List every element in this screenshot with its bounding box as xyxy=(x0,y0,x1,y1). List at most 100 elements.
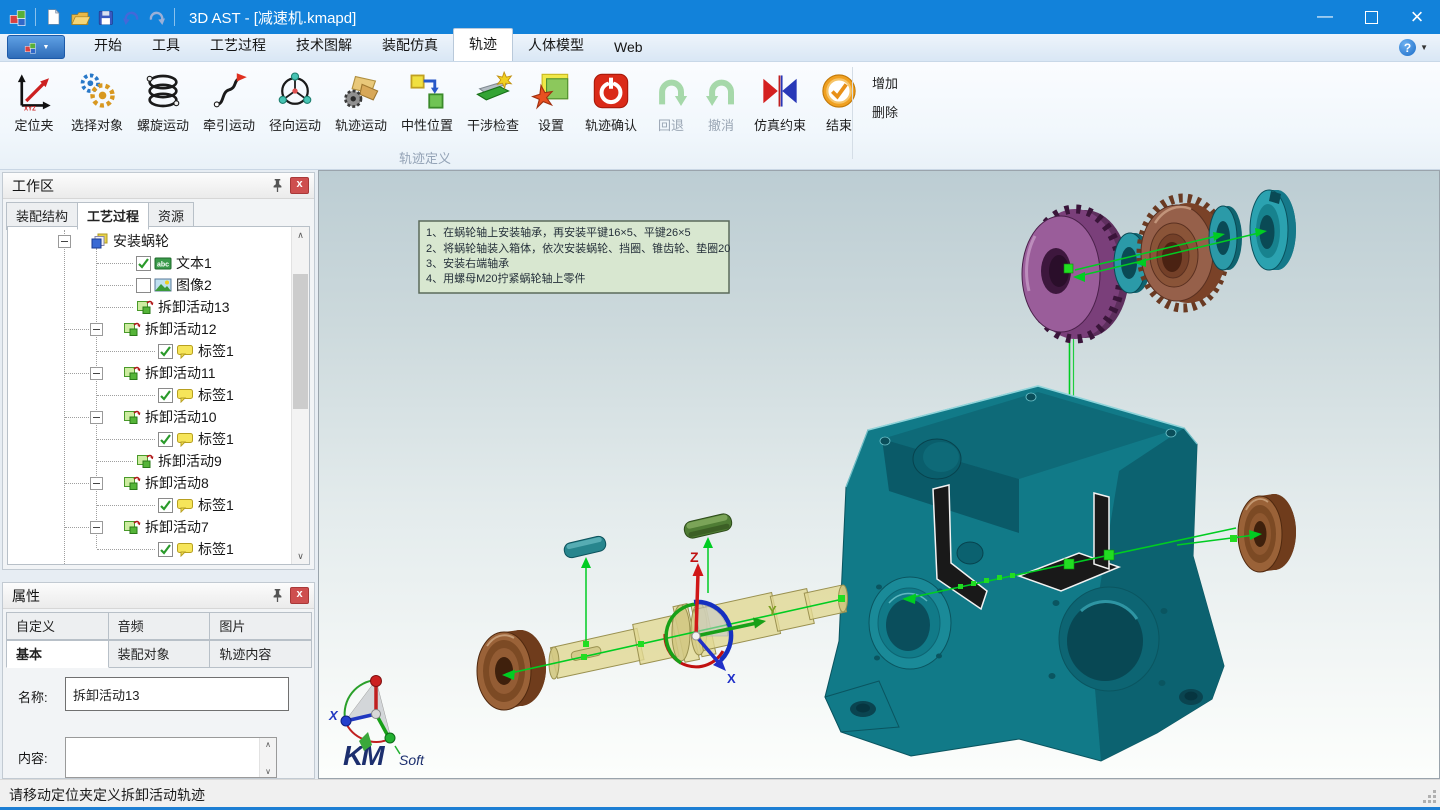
tree-item-text1[interactable]: 文本1 xyxy=(8,252,292,274)
textarea-scrollbar[interactable]: ∧ ∨ xyxy=(259,738,276,777)
select-object-button[interactable]: 选择对象 xyxy=(64,69,130,135)
tab-process-tree[interactable]: 工艺过程 xyxy=(77,202,149,230)
checkbox-checked-icon[interactable] xyxy=(158,432,173,447)
tree-item-install-worm[interactable]: 安装蜗轮 xyxy=(8,230,292,252)
tree-scrollbar[interactable]: ∧ ∨ xyxy=(291,227,309,564)
collapse-icon[interactable] xyxy=(90,323,103,336)
app-logo-icon[interactable] xyxy=(5,4,31,30)
new-file-button[interactable] xyxy=(40,4,66,30)
radial-motion-button[interactable]: 径向运动 xyxy=(262,69,328,135)
delete-button[interactable]: 删除 xyxy=(872,102,898,121)
workspace-panel: 工作区 x 装配结构 工艺过程 资源 安装蜗轮 文本1 图 xyxy=(2,172,315,570)
collapse-icon[interactable] xyxy=(58,235,71,248)
content-textarea[interactable]: ∧ ∨ xyxy=(65,737,277,778)
interference-check-button[interactable]: 干涉检查 xyxy=(460,69,526,135)
resize-grip[interactable] xyxy=(1423,790,1438,805)
locator-button[interactable]: 定位夹 xyxy=(4,69,64,135)
tree-item-label1[interactable]: 标签1 xyxy=(8,538,292,560)
tab-audio[interactable]: 音频 xyxy=(108,612,211,640)
checkbox-checked-icon[interactable] xyxy=(158,498,173,513)
tab-trajectory[interactable]: 轨迹 xyxy=(453,28,513,61)
tag-icon xyxy=(176,387,194,403)
tree-item-activity11[interactable]: 拆卸活动11 xyxy=(8,362,292,384)
collapse-icon[interactable] xyxy=(90,477,103,490)
radial-icon xyxy=(274,70,316,112)
tab-process[interactable]: 工艺过程 xyxy=(195,30,281,61)
scrollbar-thumb[interactable] xyxy=(293,274,308,409)
scroll-up-icon[interactable]: ∧ xyxy=(260,738,276,752)
tree-item-activity12[interactable]: 拆卸活动12 xyxy=(8,318,292,340)
maximize-button[interactable] xyxy=(1348,0,1394,34)
save-button[interactable] xyxy=(92,4,118,30)
sim-constraint-button[interactable]: 仿真约束 xyxy=(746,69,814,135)
scroll-down-icon[interactable]: ∨ xyxy=(260,765,276,779)
tab-assembly-object[interactable]: 装配对象 xyxy=(108,640,211,668)
drag-motion-button[interactable]: 牵引运动 xyxy=(196,69,262,135)
open-file-button[interactable] xyxy=(66,4,92,30)
undo-button[interactable] xyxy=(118,4,144,30)
collapse-icon[interactable] xyxy=(90,367,103,380)
close-panel-button[interactable]: x xyxy=(290,177,309,194)
tab-basic[interactable]: 基本 xyxy=(6,640,109,668)
key-green[interactable] xyxy=(683,512,734,539)
worm-gear-purple[interactable] xyxy=(1022,209,1129,339)
viewport-3d[interactable]: 1、在蜗轮轴上安装轴承，再安装平键16×5、平键26×5 2、将蜗轮轴装入箱体，… xyxy=(318,170,1440,779)
application-menu-button[interactable]: ▼ xyxy=(7,35,65,59)
tree-item-activity10[interactable]: 拆卸活动10 xyxy=(8,406,292,428)
checkbox-checked-icon[interactable] xyxy=(136,256,151,271)
tab-picture[interactable]: 图片 xyxy=(209,612,312,640)
key-teal[interactable] xyxy=(563,535,607,559)
tab-custom[interactable]: 自定义 xyxy=(6,612,109,640)
spiral-motion-button[interactable]: 螺旋运动 xyxy=(130,69,196,135)
tab-track-content[interactable]: 轨迹内容 xyxy=(209,640,312,668)
help-icon[interactable]: ? xyxy=(1399,39,1416,56)
workspace-panel-header: 工作区 x xyxy=(3,173,314,199)
tab-tools[interactable]: 工具 xyxy=(137,30,195,61)
close-button[interactable]: × xyxy=(1394,0,1440,34)
checkbox-checked-icon[interactable] xyxy=(158,344,173,359)
constraint-icon xyxy=(759,70,801,112)
bearing-left[interactable] xyxy=(477,630,546,710)
checkbox-checked-icon[interactable] xyxy=(158,542,173,557)
scroll-up-icon[interactable]: ∧ xyxy=(292,227,309,243)
redo-button[interactable] xyxy=(144,4,170,30)
tree-item-activity8[interactable]: 拆卸活动8 xyxy=(8,472,292,494)
tree-item-image2[interactable]: 图像2 xyxy=(8,274,292,296)
add-button[interactable]: 增加 xyxy=(872,73,898,92)
neutral-position-button[interactable]: 中性位置 xyxy=(394,69,460,135)
tree-item-activity7[interactable]: 拆卸活动7 xyxy=(8,516,292,538)
name-input[interactable] xyxy=(65,677,289,711)
tag-icon xyxy=(176,497,194,513)
settings-button[interactable]: 设置 xyxy=(526,69,576,135)
collapse-icon[interactable] xyxy=(90,411,103,424)
bearing-right[interactable] xyxy=(1238,494,1296,572)
note-box[interactable]: 1、在蜗轮轴上安装轴承，再安装平键16×5、平键26×5 2、将蜗轮轴装入箱体，… xyxy=(419,221,730,293)
collapse-icon[interactable] xyxy=(90,521,103,534)
close-panel-button[interactable]: x xyxy=(290,587,309,604)
minimize-button[interactable]: — xyxy=(1302,0,1348,34)
checkbox-unchecked-icon[interactable] xyxy=(136,278,151,293)
properties-panel-title: 属性 xyxy=(12,586,40,606)
checkbox-checked-icon[interactable] xyxy=(158,388,173,403)
track-confirm-button[interactable]: 轨迹确认 xyxy=(576,69,646,135)
tree-item-label1[interactable]: 标签1 xyxy=(8,384,292,406)
chevron-down-icon[interactable]: ▼ xyxy=(1420,43,1428,52)
tree-item-activity13[interactable]: 拆卸活动13 xyxy=(8,296,292,318)
rollback-icon xyxy=(650,70,692,112)
tab-start[interactable]: 开始 xyxy=(79,30,137,61)
tab-web[interactable]: Web xyxy=(599,34,658,61)
tree-item-label1[interactable]: 标签1 xyxy=(8,428,292,450)
pin-icon[interactable] xyxy=(271,588,284,603)
maximize-icon xyxy=(1365,11,1378,24)
scene-3d[interactable]: 1、在蜗轮轴上安装轴承，再安装平键16×5、平键26×5 2、将蜗轮轴装入箱体，… xyxy=(319,171,1439,778)
tab-human-model[interactable]: 人体模型 xyxy=(513,30,599,61)
tree-item-label1[interactable]: 标签1 xyxy=(8,340,292,362)
tree-item-label1[interactable]: 标签1 xyxy=(8,494,292,516)
scroll-down-icon[interactable]: ∨ xyxy=(292,548,309,564)
pin-icon[interactable] xyxy=(271,178,284,193)
finish-button[interactable]: 结束 xyxy=(814,69,864,135)
track-motion-button[interactable]: 轨迹运动 xyxy=(328,69,394,135)
tab-assembly-sim[interactable]: 装配仿真 xyxy=(367,30,453,61)
tab-tech-illustration[interactable]: 技术图解 xyxy=(281,30,367,61)
tree-item-activity9[interactable]: 拆卸活动9 xyxy=(8,450,292,472)
